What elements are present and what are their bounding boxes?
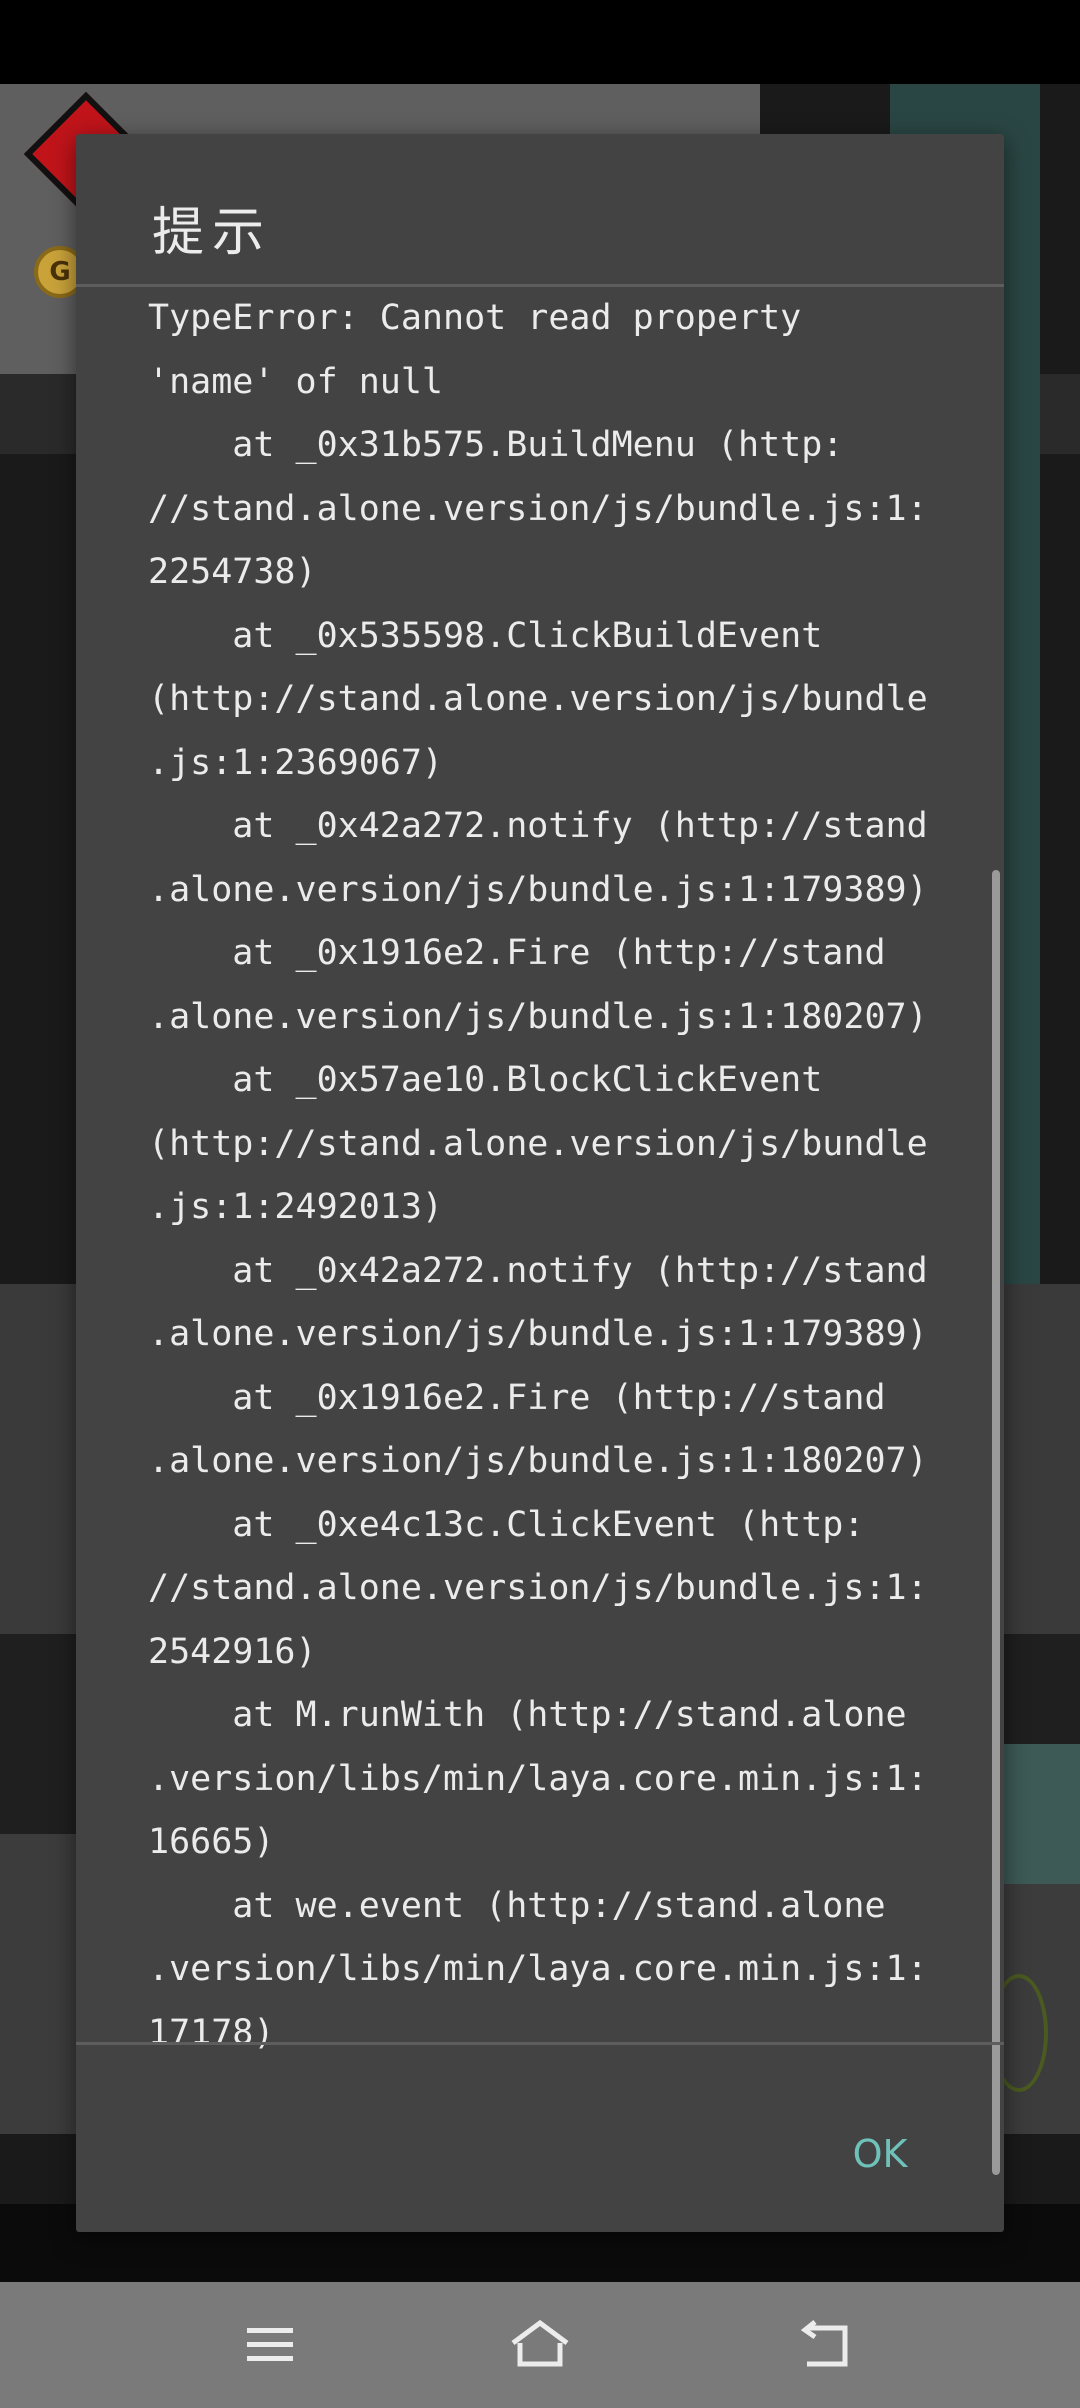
back-icon bbox=[800, 2320, 848, 2367]
scrollbar[interactable] bbox=[992, 870, 1000, 2175]
ok-button[interactable]: OK bbox=[820, 2112, 940, 2196]
status-bar bbox=[0, 0, 1080, 84]
menu-icon bbox=[247, 2328, 293, 2361]
home-button[interactable] bbox=[495, 2310, 585, 2380]
message-scroll-area[interactable]: TypeError: Cannot read property 'name' o… bbox=[148, 287, 978, 2177]
error-message: TypeError: Cannot read property 'name' o… bbox=[148, 298, 928, 2053]
error-dialog: 提示 TypeError: Cannot read property 'name… bbox=[76, 134, 1004, 2232]
home-icon bbox=[511, 2319, 569, 2367]
navigation-bar bbox=[0, 2282, 1080, 2408]
back-button[interactable] bbox=[780, 2310, 870, 2380]
dialog-title: 提示 bbox=[152, 203, 273, 263]
teal-block bbox=[1000, 1744, 1080, 1884]
button-divider bbox=[76, 2042, 1004, 2045]
menu-button[interactable] bbox=[225, 2310, 315, 2380]
